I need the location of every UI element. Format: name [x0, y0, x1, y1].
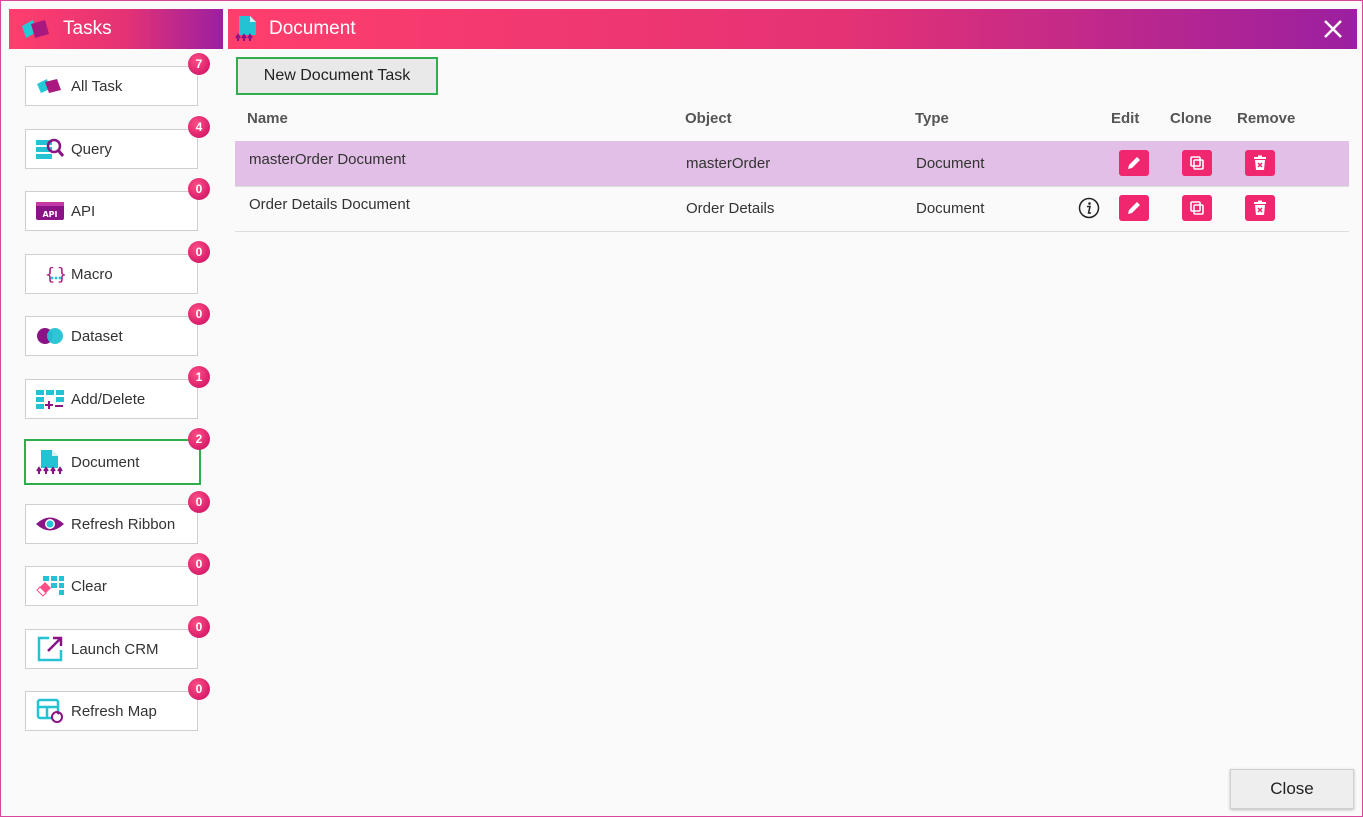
table-row[interactable]: masterOrder Document masterOrder Documen… — [235, 141, 1349, 187]
clone-icon — [1190, 156, 1204, 170]
sidebar-item-label: Dataset — [71, 327, 123, 345]
add-delete-icon — [35, 387, 65, 411]
pencil-icon — [1128, 157, 1140, 169]
sidebar-item-label: Clear — [71, 577, 107, 595]
sidebar-header: Tasks — [9, 9, 223, 49]
sidebar-item-all-task[interactable]: All Task 7 — [25, 53, 210, 106]
column-header-object[interactable]: Object — [685, 110, 732, 127]
count-badge: 0 — [188, 241, 210, 263]
sidebar-item-label: Add/Delete — [71, 390, 146, 408]
sidebar-item-document[interactable]: Document 2 — [24, 428, 210, 485]
row-name: Order Details Document — [249, 196, 410, 213]
sidebar-item-clear[interactable]: Clear 0 — [25, 553, 210, 606]
sidebar-item-add-delete[interactable]: Add/Delete 1 — [25, 366, 210, 419]
count-badge: 0 — [188, 616, 210, 638]
document-icon — [35, 450, 65, 474]
main-title: Document — [269, 18, 356, 39]
all-task-icon — [35, 74, 65, 98]
edit-button[interactable] — [1119, 195, 1149, 221]
clone-button[interactable] — [1182, 150, 1212, 176]
clone-icon — [1190, 201, 1204, 215]
row-type: Document — [916, 155, 985, 172]
sidebar-title: Tasks — [63, 18, 112, 39]
eraser-icon — [35, 574, 65, 598]
sidebar-item-refresh-ribbon[interactable]: Refresh Ribbon 0 — [25, 491, 210, 544]
new-document-task-button[interactable]: New Document Task — [236, 57, 438, 95]
count-badge: 0 — [188, 491, 210, 513]
document-icon — [235, 16, 256, 41]
macro-icon: {} — [35, 262, 65, 286]
api-icon: API — [35, 199, 65, 223]
close-button[interactable]: Close — [1230, 769, 1354, 809]
remove-button[interactable] — [1245, 150, 1275, 176]
sidebar-item-label: Launch CRM — [71, 640, 159, 658]
pencil-icon — [1128, 202, 1140, 214]
sidebar-item-api[interactable]: API API 0 — [25, 178, 210, 231]
row-object: masterOrder — [686, 155, 771, 172]
svg-text:}: } — [57, 265, 65, 285]
column-header-clone: Clone — [1170, 110, 1212, 127]
sidebar-item-label: Document — [71, 453, 140, 471]
sidebar-item-label: API — [71, 202, 96, 220]
row-object: Order Details — [686, 200, 775, 217]
count-badge: 0 — [188, 678, 210, 700]
sidebar-item-launch-crm[interactable]: Launch CRM 0 — [25, 616, 210, 669]
sidebar-item-label: Refresh Ribbon — [71, 515, 176, 533]
tasks-logo-icon — [22, 20, 49, 38]
count-badge: 7 — [188, 53, 210, 75]
close-icon[interactable] — [1321, 17, 1345, 41]
svg-text:{: { — [45, 265, 55, 285]
external-link-icon — [35, 636, 65, 662]
count-badge: 2 — [188, 428, 210, 450]
row-type: Document — [916, 200, 985, 217]
info-icon[interactable] — [1078, 197, 1100, 219]
sidebar-item-label: All Task — [71, 77, 123, 95]
edit-button[interactable] — [1119, 150, 1149, 176]
count-badge: 0 — [188, 303, 210, 325]
sidebar-item-refresh-map[interactable]: Refresh Map 0 — [25, 678, 210, 731]
query-icon — [35, 137, 65, 161]
sidebar-item-label: Macro — [71, 265, 113, 283]
dialog-window: Tasks Document All Task 7 Query 4 API AP… — [0, 0, 1363, 817]
remove-button[interactable] — [1245, 195, 1275, 221]
table-row[interactable]: Order Details Document Order Details Doc… — [235, 186, 1349, 232]
sidebar-item-label: Refresh Map — [71, 702, 157, 720]
row-name: masterOrder Document — [249, 151, 406, 168]
count-badge: 1 — [188, 366, 210, 388]
trash-icon — [1254, 200, 1266, 215]
dataset-icon — [35, 324, 65, 348]
sidebar-item-macro[interactable]: {} Macro 0 — [25, 241, 210, 294]
clone-button[interactable] — [1182, 195, 1212, 221]
count-badge: 0 — [188, 178, 210, 200]
column-header-type[interactable]: Type — [915, 110, 949, 127]
eye-icon — [35, 512, 65, 536]
sidebar-item-dataset[interactable]: Dataset 0 — [25, 303, 210, 356]
count-badge: 4 — [188, 116, 210, 138]
main-header: Document — [228, 9, 1357, 49]
sidebar-item-label: Query — [71, 140, 112, 158]
sidebar-item-query[interactable]: Query 4 — [25, 116, 210, 169]
column-header-edit: Edit — [1111, 110, 1140, 127]
column-header-name[interactable]: Name — [247, 110, 288, 127]
trash-icon — [1254, 155, 1266, 170]
svg-text:API: API — [42, 210, 57, 219]
column-header-remove: Remove — [1237, 110, 1296, 127]
table-header: Name Object Type Edit Clone Remove — [235, 109, 1349, 142]
count-badge: 0 — [188, 553, 210, 575]
refresh-map-icon — [35, 698, 65, 723]
